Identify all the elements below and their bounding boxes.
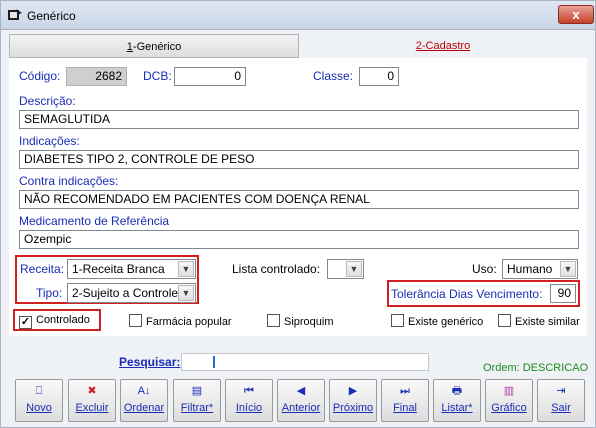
receita-select-value: 1-Receita Branca bbox=[72, 262, 165, 276]
grafico-button[interactable]: ▥ Gráfico bbox=[485, 379, 533, 422]
contra-indicacoes-field[interactable]: NÃO RECOMENDADO EM PACIENTES COM DOENÇA … bbox=[19, 190, 579, 209]
indicacoes-field[interactable]: DIABETES TIPO 2, CONTROLE DE PESO bbox=[19, 150, 579, 169]
tipo-select[interactable]: 2-Sujeito a Controle ▼ bbox=[67, 283, 196, 303]
bottom-toolbar: ⎕ Novo ✖ Excluir A↓ Ordenar ▤ Filtrar* ⏮… bbox=[8, 379, 588, 423]
listar-label: Listar* bbox=[441, 402, 473, 414]
print-icon: 🖶 bbox=[451, 385, 463, 397]
tab-generico[interactable]: 1-Genérico bbox=[9, 34, 299, 58]
filtrar-button[interactable]: ▤ Filtrar* bbox=[173, 379, 221, 422]
classe-field[interactable]: 0 bbox=[359, 67, 399, 86]
dcb-field[interactable]: 0 bbox=[174, 67, 246, 86]
tipo-select-value: 2-Sujeito a Controle bbox=[72, 286, 179, 300]
uso-select[interactable]: Humano ▼ bbox=[502, 259, 578, 279]
excluir-label: Excluir bbox=[75, 402, 109, 414]
filter-icon: ▤ bbox=[191, 385, 203, 397]
delete-icon: ✖ bbox=[87, 385, 97, 397]
listar-button[interactable]: 🖶 Listar* bbox=[433, 379, 481, 422]
tab-generico-label: -Genérico bbox=[132, 41, 182, 53]
descricao-label: Descrição: bbox=[19, 94, 76, 108]
generico-window: Genérico x 1-Genérico 2-Cadastro Código:… bbox=[0, 0, 596, 428]
indicacoes-label: Indicações: bbox=[19, 134, 80, 148]
window-title: Genérico bbox=[27, 9, 76, 23]
siproquim-checkbox[interactable]: Siproquim bbox=[267, 314, 334, 328]
sair-label: Sair bbox=[551, 402, 571, 414]
title-bar[interactable]: Genérico x bbox=[1, 1, 595, 30]
anterior-button[interactable]: ◀ Anterior bbox=[277, 379, 325, 422]
search-input[interactable] bbox=[181, 353, 429, 371]
excluir-button[interactable]: ✖ Excluir bbox=[68, 379, 116, 422]
codigo-field: 2682 bbox=[66, 67, 127, 86]
search-label: Pesquisar: bbox=[119, 355, 181, 369]
existe-similar-checkbox[interactable]: Existe similar bbox=[498, 314, 580, 328]
novo-label: Novo bbox=[26, 402, 52, 414]
ordenar-label: Ordenar bbox=[123, 402, 165, 414]
classe-label: Classe: bbox=[313, 69, 354, 83]
inicio-button[interactable]: ⏮ Início bbox=[225, 379, 273, 422]
chart-icon: ▥ bbox=[503, 385, 515, 397]
ordenar-button[interactable]: A↓ Ordenar bbox=[120, 379, 168, 422]
lista-controlado-label: Lista controlado: bbox=[232, 262, 321, 276]
anterior-label: Anterior bbox=[281, 402, 321, 414]
proximo-label: Próximo bbox=[332, 402, 374, 414]
app-icon bbox=[8, 9, 22, 20]
existe-generico-checkbox[interactable]: Existe genérico bbox=[391, 314, 483, 328]
inicio-label: Início bbox=[235, 402, 263, 414]
close-button[interactable]: x bbox=[558, 5, 594, 24]
exit-icon: ⇥ bbox=[556, 385, 566, 397]
search-bar: Pesquisar: Ordem: DESCRICAO bbox=[1, 348, 595, 378]
first-icon: ⏮ bbox=[244, 385, 254, 397]
sair-button[interactable]: ⇥ Sair bbox=[537, 379, 585, 422]
controlado-checkbox[interactable]: ✓ Controlado bbox=[19, 314, 90, 329]
farmacia-popular-label: Farmácia popular bbox=[146, 316, 232, 328]
check-icon[interactable]: ✓ bbox=[19, 316, 32, 329]
lista-controlado-select[interactable]: ▼ bbox=[327, 259, 364, 279]
new-icon: ⎕ bbox=[35, 385, 43, 397]
contra-indicacoes-label: Contra indicações: bbox=[19, 174, 119, 188]
tolerancia-label: Tolerância Dias Vencimento: bbox=[391, 287, 543, 301]
existe-generico-label: Existe genérico bbox=[408, 316, 484, 328]
controlado-label: Controlado bbox=[36, 314, 90, 326]
tolerancia-field[interactable]: 90 bbox=[550, 284, 576, 303]
next-icon: ▶ bbox=[348, 385, 358, 397]
filtrar-label: Filtrar* bbox=[180, 402, 214, 414]
text-caret bbox=[213, 356, 215, 368]
receita-select[interactable]: 1-Receita Branca ▼ bbox=[67, 259, 196, 279]
receita-label: Receita: bbox=[20, 262, 65, 276]
chevron-down-icon[interactable]: ▼ bbox=[178, 285, 194, 301]
tipo-label: Tipo: bbox=[36, 286, 63, 300]
existe-similar-label: Existe similar bbox=[515, 316, 580, 328]
chevron-down-icon[interactable]: ▼ bbox=[346, 261, 362, 277]
uso-label: Uso: bbox=[472, 262, 497, 276]
form-panel: Código: 2682 DCB: 0 Classe: 0 Descrição:… bbox=[9, 58, 587, 336]
dcb-label: DCB: bbox=[143, 69, 172, 83]
proximo-button[interactable]: ▶ Próximo bbox=[329, 379, 377, 422]
codigo-label: Código: bbox=[19, 69, 61, 83]
tab-cadastro[interactable]: 2-Cadastro bbox=[299, 34, 587, 58]
referencia-field[interactable]: Ozempic bbox=[19, 230, 579, 249]
farmacia-popular-checkbox[interactable]: Farmácia popular bbox=[129, 314, 232, 328]
sort-icon: A↓ bbox=[137, 385, 151, 397]
previous-icon: ◀ bbox=[296, 385, 306, 397]
tab-strip: 1-Genérico 2-Cadastro bbox=[9, 34, 587, 58]
siproquim-label: Siproquim bbox=[284, 316, 334, 328]
uso-select-value: Humano bbox=[507, 262, 553, 276]
grafico-label: Gráfico bbox=[491, 402, 527, 414]
referencia-label: Medicamento de Referência bbox=[19, 214, 170, 228]
descricao-field[interactable]: SEMAGLUTIDA bbox=[19, 110, 579, 129]
chevron-down-icon[interactable]: ▼ bbox=[560, 261, 576, 277]
final-button[interactable]: ⏭ Final bbox=[381, 379, 429, 422]
final-label: Final bbox=[393, 402, 417, 414]
order-label: Ordem: DESCRICAO bbox=[483, 362, 589, 374]
last-icon: ⏭ bbox=[400, 385, 410, 397]
chevron-down-icon[interactable]: ▼ bbox=[178, 261, 194, 277]
novo-button[interactable]: ⎕ Novo bbox=[15, 379, 63, 422]
